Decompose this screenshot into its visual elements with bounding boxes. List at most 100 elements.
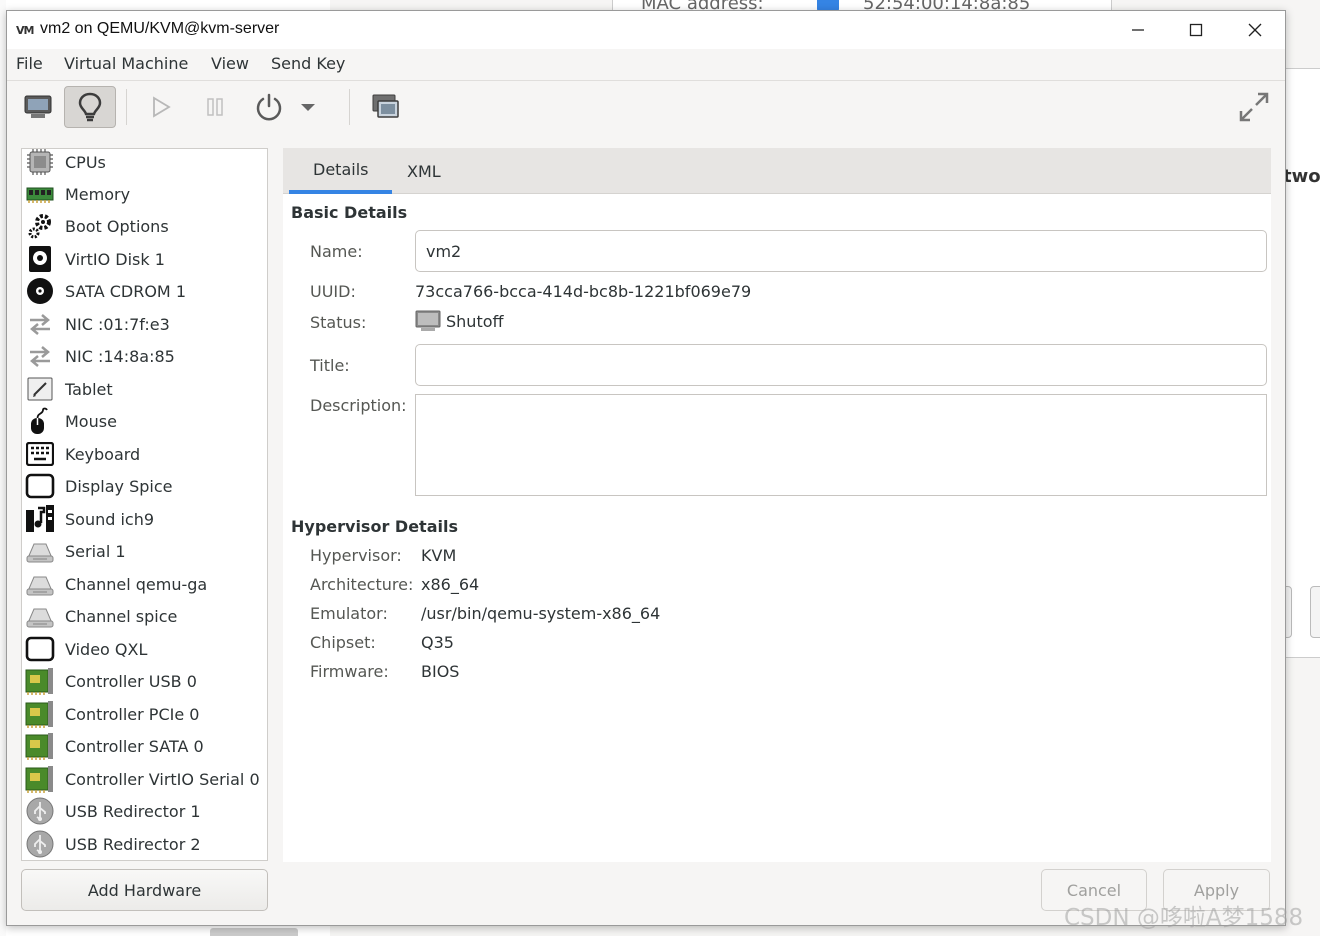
snapshots-button[interactable]: [360, 86, 412, 128]
device-label: Controller VirtIO Serial 0: [65, 769, 260, 789]
device-item-boot-options[interactable]: Boot Options: [22, 210, 267, 242]
name-input[interactable]: [415, 230, 1267, 272]
add-hardware-button[interactable]: Add Hardware: [21, 869, 268, 911]
device-label: Controller USB 0: [65, 671, 197, 691]
memory-icon: [25, 179, 55, 209]
watermark: CSDN @哆啦A梦1588: [1064, 905, 1304, 931]
background-button[interactable]: [1310, 586, 1320, 638]
background-side-panel: [1286, 68, 1320, 658]
tab-details[interactable]: Details: [289, 148, 393, 194]
emulator-value: /usr/bin/qemu-system-x86_64: [421, 604, 661, 623]
device-label: Mouse: [65, 411, 117, 431]
menu-send-key[interactable]: Send Key: [271, 54, 345, 73]
pause-button[interactable]: [189, 86, 241, 128]
title-input[interactable]: [415, 344, 1267, 386]
device-item-video-qxl[interactable]: Video QXL: [22, 633, 267, 665]
device-item-sata-cdrom[interactable]: SATA CDROM 1: [22, 275, 267, 307]
device-item-usb-redirector-2[interactable]: USB Redirector 2: [22, 828, 267, 860]
tab-xml[interactable]: XML: [383, 148, 465, 194]
device-item-controller-usb[interactable]: Controller USB 0: [22, 665, 267, 697]
dropdown-arrow-icon: [301, 104, 315, 111]
background-tab: [210, 928, 298, 936]
device-label: CPUs: [65, 152, 106, 172]
status-label: Status:: [310, 313, 367, 332]
display-icon: [25, 471, 55, 501]
uuid-value: 73cca766-bcca-414d-bc8b-1221bf069e79: [415, 282, 752, 301]
menu-virtual-machine[interactable]: Virtual Machine: [64, 54, 188, 73]
sound-icon: [25, 504, 55, 534]
serial-icon: [25, 569, 55, 599]
screenshot-icon: [372, 94, 399, 118]
menu-file[interactable]: File: [16, 54, 43, 73]
device-label: Tablet: [65, 379, 113, 399]
device-item-controller-virtio-serial[interactable]: Controller VirtIO Serial 0: [22, 763, 267, 795]
device-item-controller-pcie[interactable]: Controller PCIe 0: [22, 698, 267, 730]
name-label: Name:: [310, 242, 363, 261]
firmware-value: BIOS: [421, 662, 460, 681]
device-item-controller-sata[interactable]: Controller SATA 0: [22, 730, 267, 762]
status-value: Shutoff: [446, 311, 504, 331]
architecture-value: x86_64: [421, 575, 480, 594]
device-item-channel-qemu-ga[interactable]: Channel qemu-ga: [22, 568, 267, 600]
device-item-nic-2[interactable]: NIC :14:8a:85: [22, 340, 267, 372]
device-label: Controller SATA 0: [65, 736, 204, 756]
controller-icon: [25, 764, 55, 794]
uuid-label: UUID:: [310, 282, 356, 301]
run-button[interactable]: [135, 86, 187, 128]
power-icon: [256, 93, 282, 121]
keyboard-icon: [25, 439, 55, 469]
status-indicator: Shutoff: [415, 310, 504, 332]
title-bar[interactable]: VM vm2 on QEMU/KVM@kvm-server: [7, 11, 1285, 49]
close-button[interactable]: [1226, 11, 1284, 49]
toolbar-separator: [126, 89, 127, 125]
device-item-mouse[interactable]: Mouse: [22, 405, 267, 437]
device-item-nic-1[interactable]: NIC :01:7f:e3: [22, 308, 267, 340]
device-item-display-spice[interactable]: Display Spice: [22, 470, 267, 502]
controller-icon: [25, 699, 55, 729]
gears-icon: [25, 211, 55, 241]
lightbulb-icon: [78, 92, 102, 122]
device-item-virtio-disk[interactable]: VirtIO Disk 1: [22, 243, 267, 275]
console-button[interactable]: [12, 86, 64, 128]
device-label: Memory: [65, 184, 131, 204]
pause-icon: [207, 98, 223, 116]
emulator-label: Emulator:: [310, 604, 388, 623]
description-textarea[interactable]: [415, 394, 1267, 496]
device-label: USB Redirector 2: [65, 834, 201, 854]
shutdown-button[interactable]: [243, 86, 295, 128]
device-label: VirtIO Disk 1: [65, 249, 165, 269]
serial-icon: [25, 601, 55, 631]
title-label: Title:: [310, 356, 350, 375]
device-label: Video QXL: [65, 639, 148, 659]
controller-icon: [25, 666, 55, 696]
firmware-label: Firmware:: [310, 662, 389, 681]
device-label: NIC :01:7f:e3: [65, 314, 170, 334]
fullscreen-icon: [1239, 92, 1269, 122]
device-item-memory[interactable]: Memory: [22, 178, 267, 210]
device-item-cpus[interactable]: CPUs: [22, 149, 267, 178]
shutdown-menu-button[interactable]: [293, 86, 323, 128]
device-item-keyboard[interactable]: Keyboard: [22, 438, 267, 470]
chipset-label: Chipset:: [310, 633, 376, 652]
mouse-icon: [25, 406, 55, 436]
close-icon: [1248, 23, 1262, 37]
vm-details-window: VM vm2 on QEMU/KVM@kvm-server File Virtu…: [6, 10, 1286, 926]
hypervisor-value: KVM: [421, 546, 457, 565]
cpu-icon: [25, 149, 55, 177]
device-item-usb-redirector-1[interactable]: USB Redirector 1: [22, 795, 267, 827]
device-item-tablet[interactable]: Tablet: [22, 373, 267, 405]
details-button[interactable]: [64, 86, 116, 128]
device-item-sound[interactable]: Sound ich9: [22, 503, 267, 535]
menu-view[interactable]: View: [211, 54, 249, 73]
nic-icon: [25, 309, 55, 339]
device-label: Keyboard: [65, 444, 141, 464]
fullscreen-button[interactable]: [1228, 86, 1280, 128]
device-item-serial[interactable]: Serial 1: [22, 535, 267, 567]
hypervisor-details-heading: Hypervisor Details: [291, 517, 458, 536]
maximize-button[interactable]: [1167, 11, 1225, 49]
menu-bar: File Virtual Machine View Send Key: [7, 49, 1285, 81]
device-item-channel-spice[interactable]: Channel spice: [22, 600, 267, 632]
maximize-icon: [1189, 23, 1203, 37]
play-icon: [153, 96, 171, 118]
minimize-button[interactable]: [1109, 11, 1167, 49]
